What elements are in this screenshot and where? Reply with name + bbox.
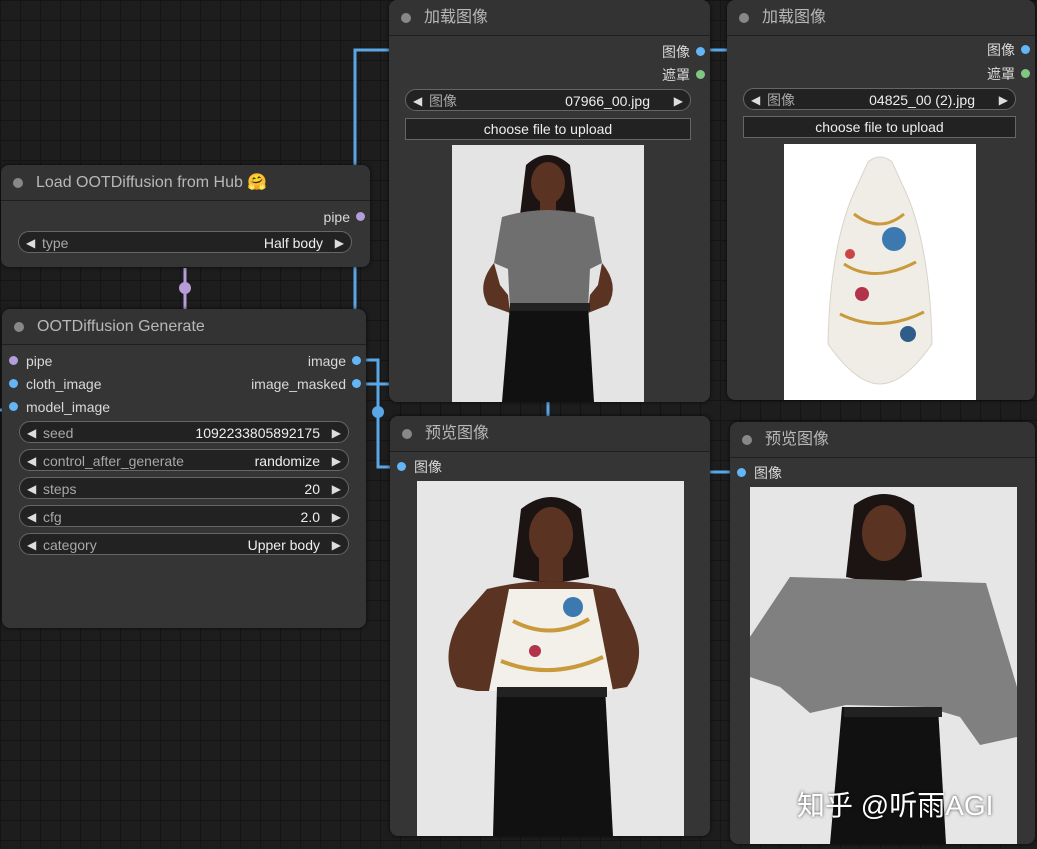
image-slot-dot-icon[interactable]	[9, 402, 18, 411]
link-midpoint-dot	[372, 406, 384, 418]
seed-number-widget[interactable]: ◀ seed 1092233805892175 ▶	[19, 421, 349, 443]
pipe-slot-dot-icon[interactable]	[356, 212, 365, 221]
output-slot-image[interactable]: 图像	[987, 41, 1035, 59]
output-slot-pipe[interactable]: pipe	[324, 208, 370, 226]
image-slot-dot-icon[interactable]	[9, 379, 18, 388]
category-combo-widget[interactable]: ◀ category Upper body ▶	[19, 533, 349, 555]
load-ootdiffusion-node[interactable]: Load OOTDiffusion from Hub 🤗 pipe ◀ type…	[1, 165, 370, 267]
decrement-arrow-icon[interactable]: ◀	[27, 422, 36, 444]
load-image-cloth-node[interactable]: 加载图像 图像 遮罩 ◀ 图像 04825_00 (2).jpg ▶ choos…	[727, 0, 1035, 400]
preview-image-mask-node[interactable]: 预览图像 图像	[730, 422, 1035, 844]
mask-slot-dot-icon[interactable]	[696, 70, 705, 79]
input-slot-cloth-image[interactable]: cloth_image	[2, 375, 102, 393]
model-photo-preview	[452, 145, 644, 402]
link-pipe-midpoint-dot	[179, 282, 191, 294]
load-image-model-node[interactable]: 加载图像 图像 遮罩 ◀ 图像 07966_00.jpg ▶ choose fi…	[389, 0, 710, 402]
increment-arrow-icon[interactable]: ▶	[332, 506, 341, 528]
decrement-arrow-icon[interactable]: ◀	[27, 506, 36, 528]
increment-arrow-icon[interactable]: ▶	[674, 90, 683, 112]
type-combo-widget[interactable]: ◀ type Half body ▶	[18, 231, 352, 253]
input-slot-image[interactable]: 图像	[730, 464, 782, 482]
increment-arrow-icon[interactable]: ▶	[332, 422, 341, 444]
node-title-bar[interactable]: 加载图像	[727, 0, 1035, 36]
upload-button[interactable]: choose file to upload	[743, 116, 1016, 138]
collapse-dot-icon[interactable]	[401, 13, 411, 23]
collapse-dot-icon[interactable]	[742, 435, 752, 445]
node-title-bar[interactable]: 加载图像	[389, 0, 710, 36]
image-slot-dot-icon[interactable]	[1021, 45, 1030, 54]
increment-arrow-icon[interactable]: ▶	[332, 534, 341, 556]
mask-slot-dot-icon[interactable]	[1021, 69, 1030, 78]
image-slot-dot-icon[interactable]	[352, 379, 361, 388]
node-title-bar[interactable]: 预览图像	[390, 416, 710, 452]
decrement-arrow-icon[interactable]: ◀	[27, 478, 36, 500]
cloth-photo-preview	[784, 144, 976, 400]
input-slot-model-image[interactable]: model_image	[2, 398, 110, 416]
steps-number-widget[interactable]: ◀ steps 20 ▶	[19, 477, 349, 499]
decrement-arrow-icon[interactable]: ◀	[413, 90, 422, 112]
collapse-dot-icon[interactable]	[13, 178, 23, 188]
image-slot-dot-icon[interactable]	[696, 47, 705, 56]
increment-arrow-icon[interactable]: ▶	[335, 232, 344, 254]
collapse-dot-icon[interactable]	[739, 13, 749, 23]
decrement-arrow-icon[interactable]: ◀	[27, 534, 36, 556]
preview-image-result-node[interactable]: 预览图像 图像	[390, 416, 710, 836]
collapse-dot-icon[interactable]	[14, 322, 24, 332]
output-slot-image[interactable]: image	[308, 352, 366, 370]
node-title: 预览图像	[765, 431, 830, 448]
node-title-bar[interactable]: 预览图像	[730, 422, 1035, 458]
output-slot-mask[interactable]: 遮罩	[987, 65, 1035, 83]
pipe-slot-dot-icon[interactable]	[9, 356, 18, 365]
increment-arrow-icon[interactable]: ▶	[332, 478, 341, 500]
collapse-dot-icon[interactable]	[402, 429, 412, 439]
image-file-combo-widget[interactable]: ◀ 图像 07966_00.jpg ▶	[405, 89, 691, 111]
image-slot-dot-icon[interactable]	[397, 462, 406, 471]
node-title: 加载图像	[762, 9, 827, 26]
output-slot-image[interactable]: 图像	[662, 43, 710, 61]
input-slot-image[interactable]: 图像	[390, 458, 442, 476]
node-title-bar[interactable]: OOTDiffusion Generate	[2, 309, 366, 345]
node-title-bar[interactable]: Load OOTDiffusion from Hub 🤗	[1, 165, 370, 201]
node-title: 加载图像	[424, 9, 489, 26]
decrement-arrow-icon[interactable]: ◀	[26, 232, 35, 254]
decrement-arrow-icon[interactable]: ◀	[27, 450, 36, 472]
image-file-combo-widget[interactable]: ◀ 图像 04825_00 (2).jpg ▶	[743, 88, 1016, 110]
node-title: OOTDiffusion Generate	[37, 318, 205, 335]
hugging-face-emoji-icon: 🤗	[247, 174, 268, 191]
node-title: Load OOTDiffusion from Hub	[36, 174, 243, 191]
output-slot-image-masked[interactable]: image_masked	[251, 375, 366, 393]
image-slot-dot-icon[interactable]	[352, 356, 361, 365]
cfg-number-widget[interactable]: ◀ cfg 2.0 ▶	[19, 505, 349, 527]
increment-arrow-icon[interactable]: ▶	[999, 89, 1008, 111]
input-slot-pipe[interactable]: pipe	[2, 352, 52, 370]
control-after-generate-combo-widget[interactable]: ◀ control_after_generate randomize ▶	[19, 449, 349, 471]
result-image-preview	[417, 481, 684, 836]
decrement-arrow-icon[interactable]: ◀	[751, 89, 760, 111]
node-title: 预览图像	[425, 425, 490, 442]
ootdiffusion-generate-node[interactable]: OOTDiffusion Generate pipe cloth_image m…	[2, 309, 366, 628]
increment-arrow-icon[interactable]: ▶	[332, 450, 341, 472]
watermark-text: 知乎 @听雨AGI	[797, 790, 994, 821]
output-slot-mask[interactable]: 遮罩	[662, 66, 710, 84]
image-slot-dot-icon[interactable]	[737, 468, 746, 477]
upload-button[interactable]: choose file to upload	[405, 118, 691, 140]
